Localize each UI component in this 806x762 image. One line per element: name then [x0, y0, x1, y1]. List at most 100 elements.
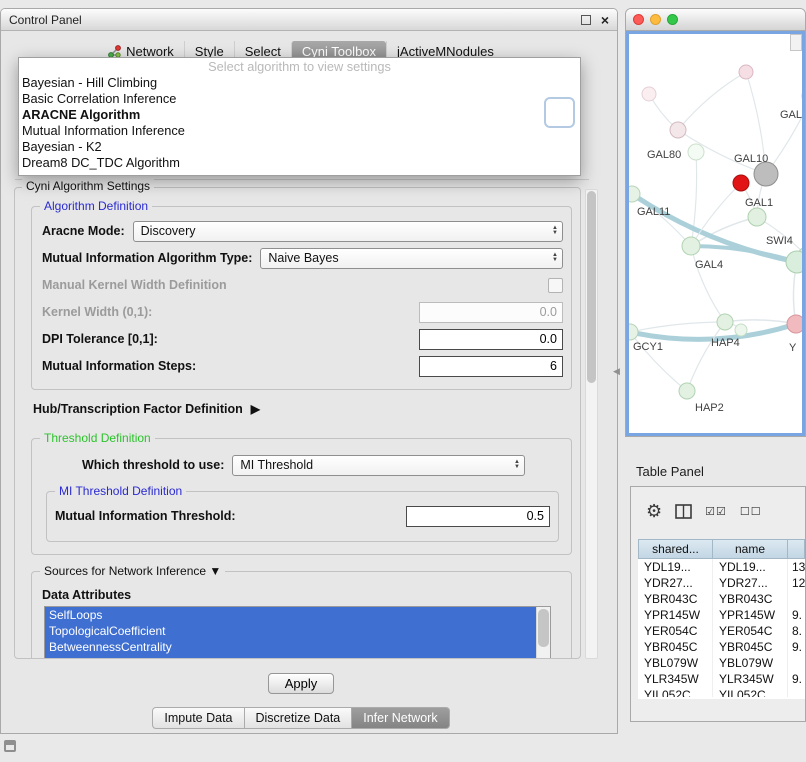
clear-selection-icon[interactable]: ☐☐ — [740, 505, 762, 518]
bottom-left-panel-icon[interactable] — [4, 740, 16, 752]
algorithm-option[interactable]: Bayesian - Hill Climbing — [19, 75, 580, 91]
collapse-down-arrow-icon[interactable]: ▼ — [209, 564, 221, 578]
network-canvas[interactable]: GAL80GAL8GAL10GAL11GAL1SWI4GAL4GCY1HAP4Y… — [626, 31, 805, 436]
algorithm-option[interactable]: Bayesian - K2 — [19, 139, 580, 155]
network-node-gal1[interactable] — [748, 208, 766, 226]
manual-kernel-checkbox[interactable] — [548, 278, 563, 293]
data-attributes-items: SelfLoopsTopologicalCoefficientBetweenne… — [45, 607, 537, 659]
data-attribute-item[interactable]: TopologicalCoefficient — [45, 623, 537, 639]
threshold-definition-title: Threshold Definition — [40, 431, 155, 445]
column-header[interactable] — [788, 539, 805, 559]
network-edge[interactable] — [725, 320, 796, 324]
table-row[interactable]: YBL079WYBL079W — [638, 655, 805, 671]
data-attribute-item[interactable]: gal4RGexp — [45, 655, 537, 659]
network-node-gal4[interactable] — [682, 237, 700, 255]
network-node-gcy1[interactable] — [629, 324, 638, 340]
network-node-gal10[interactable] — [754, 162, 778, 186]
tab-discretize-data[interactable]: Discretize Data — [245, 707, 353, 729]
hub-definition-label: Hub/Transcription Factor Definition — [33, 402, 243, 416]
mi-algorithm-combo[interactable]: Naive Bayes ▲▼ — [260, 248, 563, 269]
network-graph[interactable]: GAL80GAL8GAL10GAL11GAL1SWI4GAL4GCY1HAP4Y… — [629, 34, 804, 435]
columns-icon[interactable] — [675, 504, 692, 519]
network-edge[interactable] — [691, 246, 725, 322]
mi-steps-input[interactable] — [419, 356, 563, 377]
scrollbar-thumb[interactable] — [538, 609, 549, 647]
algorithm-option[interactable]: Dream8 DC_TDC Algorithm — [19, 155, 580, 171]
table-cell: 9. — [788, 671, 805, 687]
table-row[interactable]: YER054CYER054C8. — [638, 623, 805, 639]
table-row[interactable]: YBR045CYBR045C9. — [638, 639, 805, 655]
combo-arrows-icon: ▲▼ — [514, 460, 524, 470]
network-node[interactable] — [733, 175, 749, 191]
column-header[interactable]: shared... — [638, 539, 713, 559]
table-cell: YLR345W — [638, 671, 713, 687]
data-attribute-item[interactable]: SelfLoops — [45, 607, 537, 623]
table-row[interactable]: YIL052CYIL052C — [638, 687, 805, 697]
network-node-gal80[interactable] — [670, 122, 686, 138]
control-panel-titlebar[interactable]: Control Panel × — [1, 9, 617, 31]
settings-group-title: Cyni Algorithm Settings — [22, 179, 154, 193]
float-window-icon[interactable] — [581, 15, 591, 25]
mac-close-button[interactable] — [633, 14, 644, 25]
algorithm-option[interactable]: Mutual Information Inference — [19, 123, 580, 139]
panel-collapse-icon[interactable]: ◀ — [613, 366, 620, 377]
network-node[interactable] — [688, 144, 704, 160]
mi-steps-row: Mutual Information Steps: — [42, 354, 563, 378]
dpi-tolerance-input[interactable] — [419, 329, 563, 350]
settings-scrollbar[interactable] — [585, 189, 598, 659]
network-node-gal11[interactable] — [629, 186, 640, 202]
network-scrollbar-corner[interactable] — [790, 34, 802, 51]
network-node[interactable] — [642, 87, 656, 101]
mi-algorithm-row: Mutual Information Algorithm Type: Naive… — [42, 246, 563, 270]
data-attribute-item[interactable]: BetweennessCentrality — [45, 639, 537, 655]
algorithm-option[interactable]: Basic Correlation Inference — [19, 91, 580, 107]
data-attributes-label: Data Attributes — [42, 588, 563, 602]
table-row[interactable]: YLR345WYLR345W9. — [638, 671, 805, 687]
which-threshold-label: Which threshold to use: — [82, 458, 224, 472]
close-icon[interactable]: × — [601, 13, 609, 27]
table-row[interactable]: YDR27...YDR27...12 — [638, 575, 805, 591]
network-node-y[interactable] — [787, 315, 804, 333]
mac-minimize-button[interactable] — [650, 14, 661, 25]
focused-combo-button[interactable] — [544, 97, 575, 128]
gear-icon[interactable]: ⚙ — [646, 502, 662, 520]
select-all-checks-icon[interactable]: ☑☑ — [705, 505, 727, 518]
tab-infer-network[interactable]: Infer Network — [352, 707, 449, 729]
table-cell: YIL052C — [713, 687, 788, 697]
network-edge[interactable] — [687, 322, 725, 391]
table-row[interactable]: YDL19...YDL19...13 — [638, 559, 805, 575]
mac-zoom-button[interactable] — [667, 14, 678, 25]
attributes-scrollbar[interactable] — [536, 607, 550, 659]
aracne-mode-combo[interactable]: Discovery ▲▼ — [133, 221, 563, 242]
mi-threshold-input[interactable] — [406, 506, 550, 527]
tab-impute-data[interactable]: Impute Data — [152, 707, 244, 729]
network-node[interactable] — [735, 324, 747, 336]
column-header[interactable]: name — [713, 539, 788, 559]
hub-definition-expander[interactable]: Hub/Transcription Factor Definition ▶ — [33, 402, 580, 416]
combo-arrows-icon: ▲▼ — [552, 226, 562, 236]
table-row[interactable]: YBR043CYBR043C — [638, 591, 805, 607]
sources-group-title: Sources for Network Inference ▼ — [40, 564, 225, 578]
network-node-hap2[interactable] — [679, 383, 695, 399]
network-node-gal8[interactable] — [802, 86, 804, 106]
table-row[interactable]: YPR145WYPR145W9. — [638, 607, 805, 623]
table-cell: YDL19... — [713, 559, 788, 575]
table-cell: YDL19... — [638, 559, 713, 575]
network-node[interactable] — [786, 251, 804, 273]
which-threshold-combo[interactable]: MI Threshold ▲▼ — [232, 455, 525, 476]
network-edge[interactable] — [678, 72, 746, 130]
network-edge[interactable] — [766, 96, 804, 174]
expand-right-arrow-icon: ▶ — [251, 402, 260, 416]
scrollbar-thumb[interactable] — [587, 191, 596, 383]
apply-button[interactable]: Apply — [268, 673, 335, 694]
algorithm-dropdown-popup: Select algorithm to view settings Bayesi… — [18, 57, 581, 176]
network-node[interactable] — [739, 65, 753, 79]
network-edge[interactable] — [630, 322, 725, 332]
kernel-width-input[interactable] — [419, 302, 563, 323]
table-cell — [788, 591, 805, 607]
network-titlebar[interactable] — [626, 9, 805, 31]
algorithm-option[interactable]: ARACNE Algorithm — [19, 107, 580, 123]
network-node-hap4[interactable] — [717, 314, 733, 330]
bottom-tabs: Impute Data Discretize Data Infer Networ… — [1, 707, 601, 729]
data-attributes-list[interactable]: SelfLoopsTopologicalCoefficientBetweenne… — [44, 606, 551, 659]
